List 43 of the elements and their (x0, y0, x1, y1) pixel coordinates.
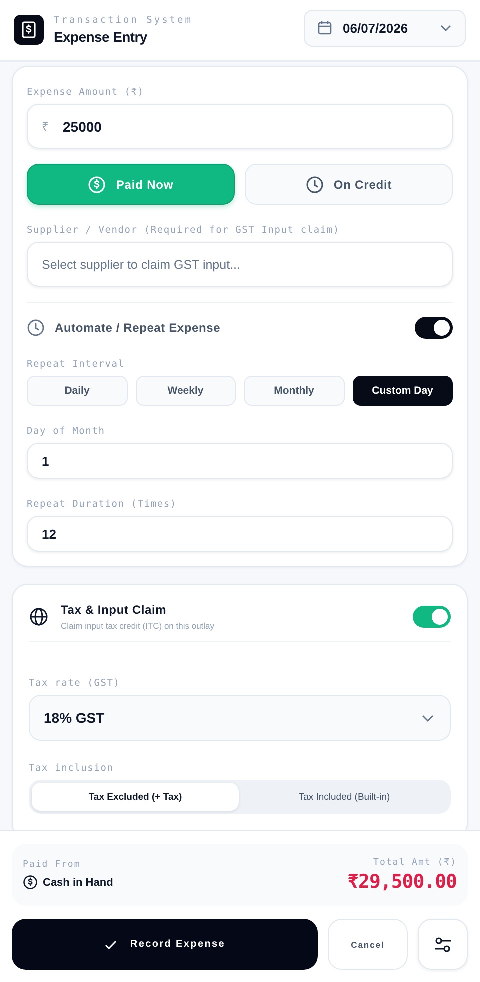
tax-toggle[interactable] (413, 606, 451, 628)
field-label: Day of Month (27, 426, 106, 437)
cancel-button[interactable]: Cancel (328, 919, 408, 970)
app-subtitle: Transaction System (54, 15, 193, 26)
total-label: Total Amt (₹) (374, 858, 457, 868)
supplier-field[interactable]: Select supplier to claim GST input... (27, 242, 453, 287)
field-label: Repeat Interval (27, 359, 126, 370)
field-label: Tax inclusion (29, 763, 115, 774)
repeat-toggle[interactable] (415, 317, 453, 339)
paid-from-value: Cash in Hand (43, 876, 114, 888)
interval-option[interactable]: Custom Day (352, 376, 453, 406)
currency-symbol: ₹ (42, 119, 49, 135)
duration-field[interactable]: 12 (27, 516, 453, 552)
dollar-icon (88, 176, 106, 194)
section-title: Tax & Input Claim (61, 603, 168, 617)
tax-inclusion-option[interactable]: Tax Included (Built-in) (241, 783, 448, 811)
page-title: Expense Entry (54, 29, 148, 45)
amount-field[interactable]: ₹ 25000 (27, 104, 453, 149)
settings-button[interactable] (418, 919, 468, 970)
dollar-icon (23, 875, 38, 890)
date-picker[interactable]: 06/07/2026 (304, 10, 466, 46)
payment-mode-button[interactable]: On Credit (245, 164, 453, 205)
app-logo (14, 15, 44, 45)
field-label: Repeat Duration (Times) (27, 499, 178, 510)
section-subtitle: Claim input tax credit (ITC) on this outlay (61, 621, 215, 631)
repeat-label: Automate / Repeat Expense (55, 321, 221, 335)
total-amount: ₹29,500.00 (348, 870, 457, 892)
paid-from-label: Paid From (23, 860, 82, 870)
tax-inclusion-option[interactable]: Tax Excluded (+ Tax) (32, 783, 239, 811)
globe-icon (29, 607, 49, 627)
interval-option[interactable]: Daily (27, 376, 128, 406)
record-expense-button[interactable]: Record Expense (12, 919, 318, 970)
sliders-icon (433, 934, 453, 954)
field-label: Supplier / Vendor (Required for GST Input claim) (27, 225, 341, 236)
interval-option[interactable]: Monthly (244, 376, 344, 406)
field-label: Expense Amount (₹) (27, 87, 146, 98)
calendar-icon (317, 20, 333, 36)
clock-icon (27, 319, 45, 337)
interval-option[interactable]: Weekly (136, 376, 236, 406)
tax-rate-select[interactable]: 18% GST (29, 695, 451, 741)
field-label: Tax rate (GST) (29, 678, 122, 689)
day-field[interactable]: 1 (27, 443, 453, 479)
clock-icon (306, 176, 324, 194)
